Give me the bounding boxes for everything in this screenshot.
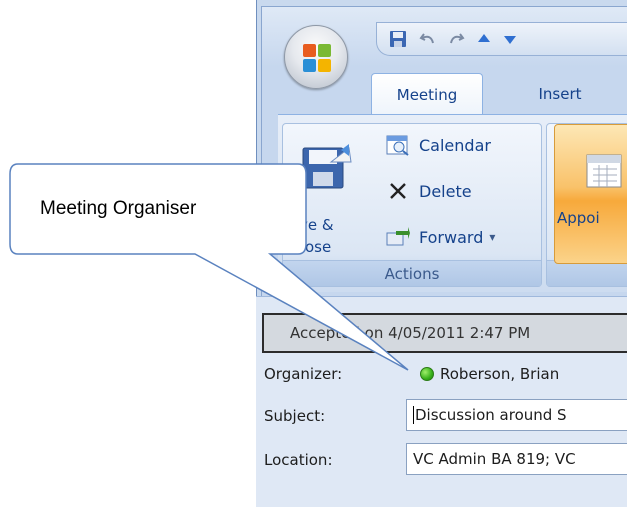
callout-bubble [9, 163, 409, 371]
callout-text: Meeting Organiser [40, 198, 197, 219]
